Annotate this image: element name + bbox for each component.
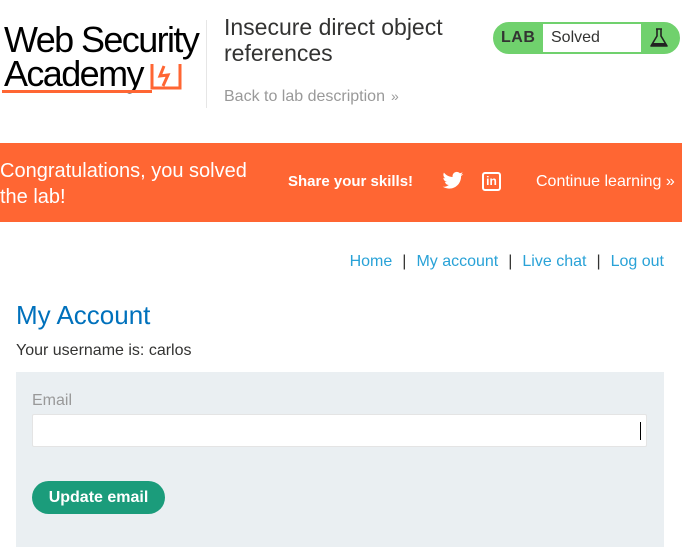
nav-log-out-link[interactable]: Log out	[611, 253, 664, 270]
lab-title: Insecure direct object references	[224, 14, 443, 66]
continue-learning-label: Continue learning	[536, 173, 662, 190]
update-email-button[interactable]: Update email	[32, 481, 165, 514]
lab-state: Solved	[543, 24, 641, 52]
chevron-right-icon: »	[665, 173, 675, 190]
username-text: Your username is: carlos	[16, 342, 192, 359]
page-header: Web Security Academy Insecure direct obj…	[0, 0, 682, 143]
chevron-right-icon: »	[390, 88, 399, 104]
nav-home-link[interactable]: Home	[350, 253, 393, 270]
share-your-skills-label: Share your skills!	[288, 173, 414, 190]
nav-separator: |	[508, 253, 513, 270]
lab-status-badge: LAB Solved	[493, 22, 680, 54]
nav-separator: |	[402, 253, 407, 270]
lab-label: LAB	[501, 29, 536, 46]
account-navigation: Home | My account | Live chat | Log out	[350, 253, 664, 271]
nav-my-account-link[interactable]: My account	[416, 253, 498, 270]
email-input[interactable]	[32, 414, 647, 447]
logo-underline	[2, 90, 152, 93]
continue-learning-link[interactable]: Continue learning »	[536, 173, 675, 191]
linkedin-icon[interactable]: in	[482, 172, 501, 191]
congratulations-banner: Congratulations, you solved the lab! Sha…	[0, 143, 682, 222]
header-divider	[206, 20, 207, 108]
page-title: My Account	[16, 300, 151, 330]
nav-live-chat-link[interactable]: Live chat	[522, 253, 586, 270]
back-to-lab-description-link[interactable]: Back to lab description »	[224, 88, 399, 106]
logo-lightning-icon	[150, 64, 182, 90]
flask-icon	[650, 28, 668, 47]
logo-text-line2: Academy	[4, 53, 144, 94]
text-cursor	[640, 422, 641, 440]
twitter-icon[interactable]	[442, 171, 464, 191]
email-label: Email	[32, 392, 73, 409]
nav-separator: |	[596, 253, 601, 270]
congratulations-message: Congratulations, you solved the lab!	[0, 160, 247, 208]
update-email-form: Email Update email	[16, 372, 664, 547]
web-security-academy-logo[interactable]: Web Security Academy	[2, 18, 202, 96]
back-link-label: Back to lab description	[224, 88, 385, 105]
